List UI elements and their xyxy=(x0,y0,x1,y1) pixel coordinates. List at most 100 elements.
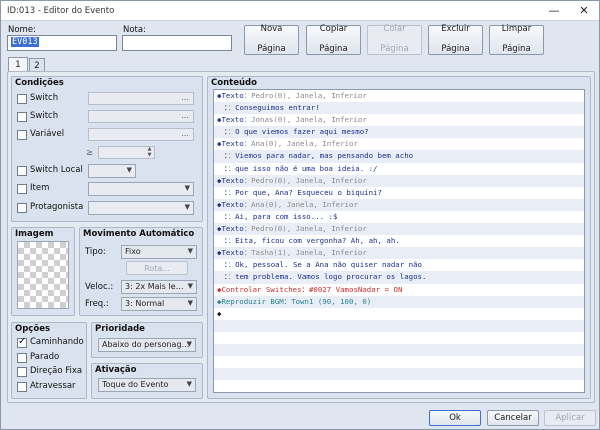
image-title: Imagem xyxy=(15,229,54,239)
ellipsis-icon[interactable]: ... xyxy=(178,93,192,104)
command-row[interactable] xyxy=(214,356,584,368)
command-separator: ： xyxy=(227,151,236,161)
command-row[interactable]: ◆Texto：Ana(0), Janela, Inferior xyxy=(214,198,584,211)
tab-page-1[interactable]: 1 xyxy=(8,57,28,72)
option-checkbox[interactable] xyxy=(17,367,27,377)
command-row[interactable]: ：：Ok, pessoal. Se a Ana não quiser nadar… xyxy=(214,259,584,271)
condition-select[interactable]: ▼ xyxy=(88,182,194,196)
command-row[interactable]: ：：tem problema. Vamos logo procurar os l… xyxy=(214,271,584,284)
condition-label: Protagonista xyxy=(30,202,84,212)
command-row[interactable]: ◆Texto：Jonas(0), Janela, Inferior xyxy=(214,114,584,126)
new-page-button[interactable]: Nova Página xyxy=(244,25,299,55)
command-row[interactable]: ：：O que viemos fazer aqui mesmo? xyxy=(214,126,584,139)
command-text: Ok, pessoal. Se a Ana não quiser nadar n… xyxy=(235,260,422,270)
command-prefix: ◆ xyxy=(217,308,222,318)
command-separator: ： xyxy=(227,127,236,137)
condition-checkbox[interactable] xyxy=(17,130,27,140)
option-checkbox[interactable] xyxy=(17,381,27,392)
close-icon[interactable]: ✕ xyxy=(569,1,599,21)
name-value: EV013 xyxy=(11,37,39,47)
command-text: que isso não é uma boa ideia. :/ xyxy=(235,163,378,173)
condition-switch-selector[interactable]: ... xyxy=(88,110,194,123)
route-button[interactable]: Rota... xyxy=(126,261,188,275)
condition-select[interactable]: ▼ xyxy=(88,164,136,178)
delete-page-button[interactable]: Excluir Página xyxy=(428,25,483,55)
condition-checkbox[interactable] xyxy=(17,203,27,213)
speed-label: Veloc.: xyxy=(85,282,114,292)
movement-type-value: Fixo xyxy=(125,247,141,256)
command-text: tem problema. Vamos logo procurar os lag… xyxy=(235,272,427,282)
name-input[interactable]: EV013 xyxy=(7,35,117,51)
command-separator: ： xyxy=(227,236,236,246)
command-row[interactable]: ：：Conseguimos entrar! xyxy=(214,102,584,115)
option-label: Parado xyxy=(30,351,60,362)
condition-checkbox[interactable] xyxy=(17,166,27,176)
clear-page-button[interactable]: Limpar Página xyxy=(489,25,544,55)
frequency-value: 3: Normal xyxy=(125,299,165,308)
command-separator: ： xyxy=(227,211,236,221)
command-separator: ： xyxy=(227,103,236,113)
command-row[interactable]: ◆Reproduzir BGM：Town1 (90, 100, 0) xyxy=(214,295,584,308)
ellipsis-icon[interactable]: ... xyxy=(178,129,192,140)
button-label: Página xyxy=(257,43,286,54)
command-row[interactable]: ◆Texto：Pedro(0), Janela, Inferior xyxy=(214,174,584,187)
trigger-select[interactable]: Toque do Evento ▼ xyxy=(98,378,196,392)
option-checkbox[interactable] xyxy=(17,336,27,348)
priority-select[interactable]: Abaixo do personag… ▼ xyxy=(98,338,196,352)
minimize-icon[interactable]: — xyxy=(539,1,569,21)
command-row[interactable]: ：：Ai, para com isso... :$ xyxy=(214,211,584,223)
condition-select[interactable]: ▼ xyxy=(88,201,194,215)
apply-button[interactable]: Aplicar xyxy=(544,410,596,426)
speed-select[interactable]: 3: 2x Mais le… ▼ xyxy=(121,280,197,294)
command-row[interactable]: ：：Viemos para nadar, mas pensando bem ac… xyxy=(214,150,584,163)
condition-checkbox[interactable] xyxy=(17,112,27,122)
content-title: Conteúdo xyxy=(211,78,257,88)
copy-page-button[interactable]: Copiar Página xyxy=(306,25,361,55)
frequency-label: Freq.: xyxy=(85,299,109,309)
command-row[interactable] xyxy=(214,343,584,357)
command-row[interactable]: ◆ xyxy=(214,308,584,320)
command-text: Ai, para com isso... :$ xyxy=(235,211,338,221)
movement-type-select[interactable]: Fixo ▼ xyxy=(121,245,197,259)
command-row[interactable]: ：：Por que, Ana? Esqueceu o biquíni? xyxy=(214,187,584,199)
note-input[interactable] xyxy=(122,35,232,51)
option-checkbox[interactable] xyxy=(17,352,27,363)
command-text: Viemos para nadar, mas pensando bem acho xyxy=(235,151,414,161)
condition-label: Switch xyxy=(30,93,59,103)
command-text: Pedro(0), Janela, Inferior xyxy=(251,91,367,100)
command-row[interactable]: ：：Eita, ficou com vergonha? Ah, ah, ah. xyxy=(214,235,584,247)
command-separator: ： xyxy=(243,175,252,185)
command-prefix: ◆Texto xyxy=(217,115,244,125)
command-prefix: ◆Controlar Switches xyxy=(217,284,302,294)
event-image-preview[interactable] xyxy=(17,241,69,309)
command-row[interactable] xyxy=(214,380,584,392)
condition-switch-selector[interactable]: ... xyxy=(88,92,194,105)
gte-symbol: ≥ xyxy=(86,148,94,158)
command-row[interactable]: ◆Controlar Switches：#0027 VamosNadar = O… xyxy=(214,284,584,296)
command-row[interactable] xyxy=(214,319,584,332)
command-separator: ： xyxy=(243,199,252,209)
command-row[interactable]: ：：que isso não é uma boa ideia. :/ xyxy=(214,163,584,175)
command-row[interactable]: ◆Texto：Pedro(0), Janela, Inferior xyxy=(214,223,584,236)
ellipsis-icon[interactable]: ... xyxy=(178,111,192,122)
condition-checkbox[interactable] xyxy=(17,94,27,104)
command-row[interactable] xyxy=(214,368,584,381)
condition-checkbox[interactable] xyxy=(17,184,27,194)
frequency-select[interactable]: 3: Normal ▼ xyxy=(121,297,197,311)
tab-page-2[interactable]: 2 xyxy=(29,58,45,72)
command-row[interactable]: ◆Texto：Pedro(0), Janela, Inferior xyxy=(214,90,584,102)
command-row[interactable]: ◆Texto：Tasha(1), Janela, Inferior xyxy=(214,247,584,260)
event-command-list[interactable]: ◆Texto：Pedro(0), Janela, Inferior ：：Conse… xyxy=(213,89,585,393)
chevron-down-icon: ▼ xyxy=(187,282,193,290)
command-row[interactable]: ◆Texto：Ana(0), Janela, Inferior xyxy=(214,138,584,150)
button-label: Limpar xyxy=(501,24,532,35)
paste-page-button[interactable]: Colar Página xyxy=(367,25,422,55)
command-row[interactable] xyxy=(214,332,584,344)
ok-button[interactable]: Ok xyxy=(429,410,481,426)
options-title: Opções xyxy=(15,324,51,334)
chevron-down-icon: ▼ xyxy=(126,166,132,174)
command-separator: ： xyxy=(243,139,252,149)
button-label: Excluir xyxy=(441,24,470,35)
cancel-button[interactable]: Cancelar xyxy=(487,410,539,426)
condition-switch-selector[interactable]: ... xyxy=(88,128,194,141)
